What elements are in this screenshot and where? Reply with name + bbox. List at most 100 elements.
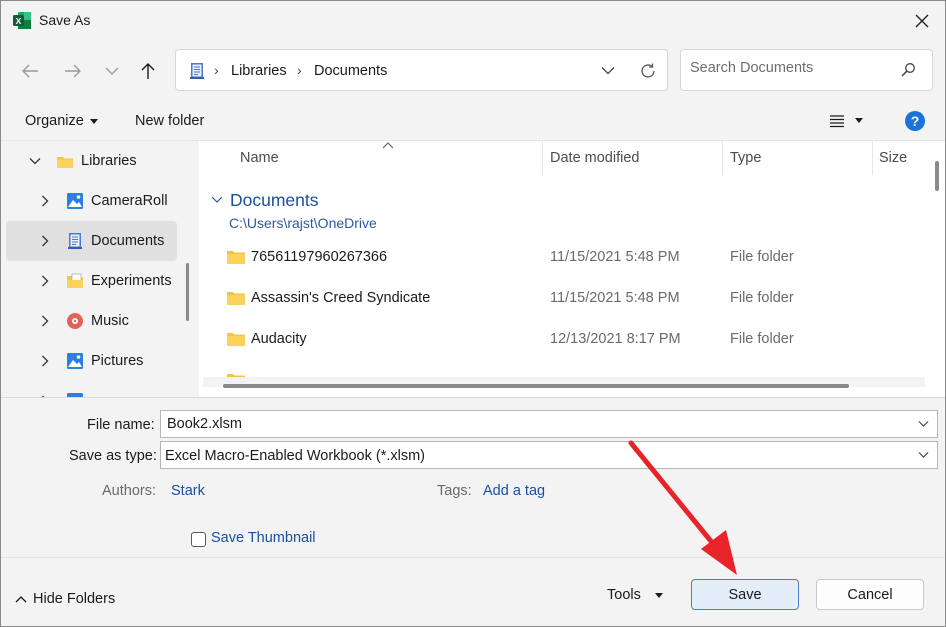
- back-button[interactable]: [15, 57, 45, 85]
- close-button[interactable]: [899, 1, 945, 41]
- folder-icon: [57, 157, 73, 168]
- chevron-down-icon[interactable]: [211, 195, 223, 205]
- search-box: [680, 49, 933, 91]
- column-divider[interactable]: [722, 141, 723, 175]
- file-date: 12/13/2021 8:17 PM: [550, 331, 681, 347]
- chevron-right-icon: [42, 315, 49, 327]
- title-bar: X Save As: [1, 1, 945, 41]
- column-divider[interactable]: [872, 141, 873, 175]
- sidebar-item-partial[interactable]: [6, 381, 177, 397]
- sidebar-item-libraries[interactable]: Libraries: [6, 141, 177, 181]
- save-thumbnail-label[interactable]: Save Thumbnail: [211, 530, 316, 546]
- hide-folders-label: Hide Folders: [33, 591, 116, 607]
- command-toolbar: Organize New folder: [1, 101, 945, 141]
- list-view-icon: [830, 115, 844, 128]
- chevron-down-icon: [105, 67, 119, 75]
- folder-icon: [227, 251, 245, 264]
- sidebar-item-pictures[interactable]: Pictures: [6, 341, 177, 381]
- file-name-field[interactable]: [160, 410, 938, 438]
- file-list-horizontal-scrollbar[interactable]: [223, 384, 849, 388]
- organize-label: Organize: [25, 113, 84, 129]
- address-bar[interactable]: › Libraries › Documents: [175, 49, 668, 91]
- breadcrumb-separator-icon: ›: [297, 62, 302, 78]
- svg-text:X: X: [16, 16, 22, 26]
- search-input[interactable]: [690, 60, 890, 76]
- address-dropdown-button[interactable]: [596, 60, 620, 80]
- breadcrumb-libraries[interactable]: Libraries: [231, 63, 287, 79]
- sidebar-scrollbar[interactable]: [186, 263, 189, 321]
- caret-down-icon: [855, 118, 863, 123]
- file-type: File folder: [730, 290, 794, 306]
- folder-doc-icon: [67, 273, 83, 288]
- save-button[interactable]: Save: [691, 579, 799, 610]
- sidebar-item-documents[interactable]: Documents: [6, 221, 177, 261]
- sidebar-item-music[interactable]: Music: [6, 301, 177, 341]
- breadcrumb-separator-icon: ›: [214, 62, 219, 78]
- chevron-up-icon: [15, 595, 27, 603]
- sidebar-item-experiments[interactable]: Experiments: [6, 261, 177, 301]
- chevron-down-icon[interactable]: [918, 420, 929, 428]
- file-name: 76561197960267366: [251, 249, 388, 265]
- sort-ascending-icon: [382, 142, 394, 149]
- sidebar-item-cameraroll[interactable]: CameraRoll: [6, 181, 177, 221]
- search-icon: [901, 63, 915, 77]
- arrow-right-icon: [65, 64, 81, 78]
- column-header-size[interactable]: Size: [879, 150, 907, 166]
- camera-roll-icon: [67, 193, 83, 209]
- new-folder-button[interactable]: New folder: [135, 113, 204, 129]
- column-header-name[interactable]: Name: [240, 150, 279, 166]
- authors-field[interactable]: Stark: [171, 483, 205, 499]
- file-date: 11/15/2021 5:48 PM: [550, 249, 680, 265]
- folder-icon: [227, 292, 245, 305]
- up-button[interactable]: [133, 57, 163, 85]
- view-options-button[interactable]: [829, 113, 873, 131]
- help-button[interactable]: ?: [905, 111, 925, 131]
- table-row[interactable]: Assassin's Creed Syndicate 11/15/2021 5:…: [199, 279, 925, 319]
- refresh-button[interactable]: [636, 60, 660, 82]
- sidebar-item-label: Experiments: [91, 273, 172, 289]
- excel-icon: X: [13, 12, 31, 29]
- tags-field[interactable]: Add a tag: [483, 483, 545, 499]
- forward-button[interactable]: [58, 57, 88, 85]
- file-name-input[interactable]: [167, 416, 867, 432]
- column-header-type[interactable]: Type: [730, 150, 761, 166]
- chevron-down-icon: [29, 158, 41, 165]
- close-icon: [915, 14, 929, 28]
- music-icon: [67, 313, 83, 329]
- table-row[interactable]: 76561197960267366 11/15/2021 5:48 PM Fil…: [199, 238, 925, 278]
- hide-folders-button[interactable]: Hide Folders: [15, 591, 115, 607]
- sidebar-item-label: Pictures: [91, 353, 144, 369]
- save-thumbnail-checkbox[interactable]: [191, 532, 206, 547]
- cancel-button[interactable]: Cancel: [816, 579, 924, 610]
- save-as-dialog: X Save As › Libraries › Documents Search…: [0, 0, 946, 627]
- sidebar-item-label: Libraries: [81, 153, 137, 169]
- breadcrumb-documents[interactable]: Documents: [314, 63, 387, 79]
- save-options-panel: File name: Save as type: Excel Macro-Ena…: [1, 397, 945, 557]
- file-name: Assassin's Creed Syndicate: [251, 290, 431, 306]
- file-type: File folder: [730, 331, 794, 347]
- window-title: Save As: [39, 12, 91, 28]
- chevron-down-icon: [918, 452, 929, 458]
- folder-icon: [227, 333, 245, 346]
- file-list-vertical-scrollbar[interactable]: [935, 161, 939, 191]
- group-header-title[interactable]: Documents: [230, 190, 319, 211]
- caret-down-icon: [654, 592, 663, 598]
- file-type: File folder: [730, 249, 794, 265]
- chevron-right-icon: [42, 355, 49, 367]
- chevron-right-icon: [42, 195, 49, 207]
- column-header-date[interactable]: Date modified: [550, 150, 639, 166]
- table-row[interactable]: Audacity 12/13/2021 8:17 PM File folder: [199, 320, 925, 360]
- group-header-path: C:\Users\rajst\OneDrive: [229, 215, 377, 231]
- save-as-type-select[interactable]: Excel Macro-Enabled Workbook (*.xlsm): [160, 441, 938, 469]
- chevron-right-icon: [42, 235, 49, 247]
- recent-locations-button[interactable]: [97, 57, 127, 85]
- organize-menu[interactable]: Organize: [25, 113, 98, 129]
- file-name: Audacity: [251, 331, 307, 347]
- dialog-footer: Hide Folders Tools Save Cancel: [1, 557, 945, 626]
- tools-menu[interactable]: Tools: [607, 587, 663, 603]
- sidebar-item-label: Documents: [91, 233, 165, 249]
- tags-label: Tags:: [437, 483, 472, 499]
- navigation-bar: › Libraries › Documents: [1, 41, 945, 101]
- column-divider[interactable]: [542, 141, 543, 175]
- save-as-type-label: Save as type:: [69, 448, 157, 464]
